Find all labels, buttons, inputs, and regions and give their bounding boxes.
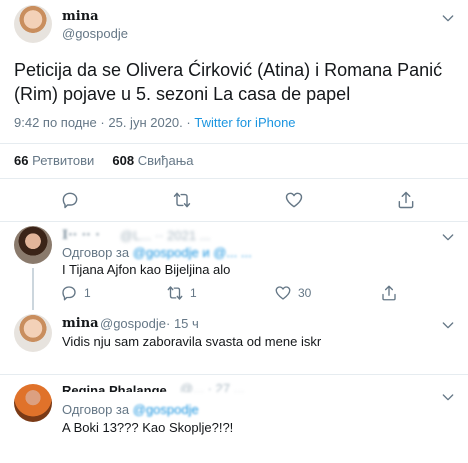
avatar[interactable] [14,384,52,422]
retweet-count: 1 [190,286,197,300]
retweets-count[interactable]: 66 [14,153,28,168]
replying-to-handle[interactable]: @gospodje и @... ... [133,245,252,260]
reply-button[interactable]: 1 [60,284,91,302]
tweet-stats: 66 Ретвитови 608 Свиђања [14,153,194,168]
avatar[interactable] [14,226,52,264]
retweet-icon [167,286,183,300]
reply-text: A Boki 13??? Kao Skoplje?!?! [62,420,234,435]
avatar[interactable] [14,5,52,43]
like-button[interactable] [284,190,304,210]
chevron-down-icon[interactable] [440,229,456,245]
retweet-button[interactable]: 1 [166,284,197,302]
display-name[interactable]: I·· ·· · [62,228,100,243]
reply-text: I Tijana Ajfon kao Bijeljina alo [62,262,231,277]
tweet-meta: 9:42 по подне · 25. јун 2020. · Twitter … [14,115,296,130]
retweet-button[interactable] [172,190,192,210]
share-button[interactable] [380,284,398,302]
chevron-down-icon[interactable] [440,389,456,405]
meta-separator: · [186,115,191,130]
tweet-time[interactable]: 9:42 по подне [14,115,97,130]
heart-icon [285,192,303,208]
share-button[interactable] [396,190,416,210]
handle[interactable]: @... · 27 ... [180,381,245,392]
display-name[interactable]: mina [62,9,99,24]
chevron-down-icon[interactable] [440,317,456,333]
share-icon [398,191,414,209]
display-name[interactable]: Regina Phalange [62,383,167,392]
likes-label[interactable]: Свиђања [138,153,194,168]
replying-to: Одговор за @gospodje [62,402,199,417]
reply-icon [62,192,78,209]
retweets-label[interactable]: Ретвитови [32,153,94,168]
divider [0,374,468,375]
share-icon [382,285,396,301]
likes-count[interactable]: 608 [112,153,134,168]
handle[interactable]: @gospodje [62,26,128,41]
replying-to-label: Одговор за [62,245,130,260]
replying-to-label: Одговор за [62,402,130,417]
divider [0,143,468,144]
replying-to-handle[interactable]: @gospodje [133,402,199,417]
reply-time[interactable]: · 15 ч [166,316,199,331]
avatar[interactable] [14,314,52,352]
heart-icon [275,286,291,300]
handle[interactable]: @L... ·· 2021 ... [120,228,211,243]
divider [0,178,468,179]
thread-connector [32,268,34,310]
meta-separator: · [100,115,105,130]
replying-to: Одговор за @gospodje и @... ... [62,245,252,260]
tweet-date[interactable]: 25. јун 2020. [108,115,182,130]
display-name[interactable]: mina [62,316,99,331]
chevron-down-icon[interactable] [440,10,456,26]
reply-button[interactable] [60,190,80,210]
handle[interactable]: @gospodje [100,316,166,331]
tweet-source-link[interactable]: Twitter for iPhone [194,115,295,130]
like-button[interactable]: 30 [274,284,311,302]
divider [0,221,468,222]
tweet-text: Peticija da se Olivera Ćirković (Atina) … [14,60,443,104]
reply-icon [62,286,76,301]
reply-count: 1 [84,286,91,300]
reply-text: Vidis nju sam zaboravila svasta od mene … [62,334,322,349]
retweet-icon [173,192,191,208]
like-count: 30 [298,286,312,300]
